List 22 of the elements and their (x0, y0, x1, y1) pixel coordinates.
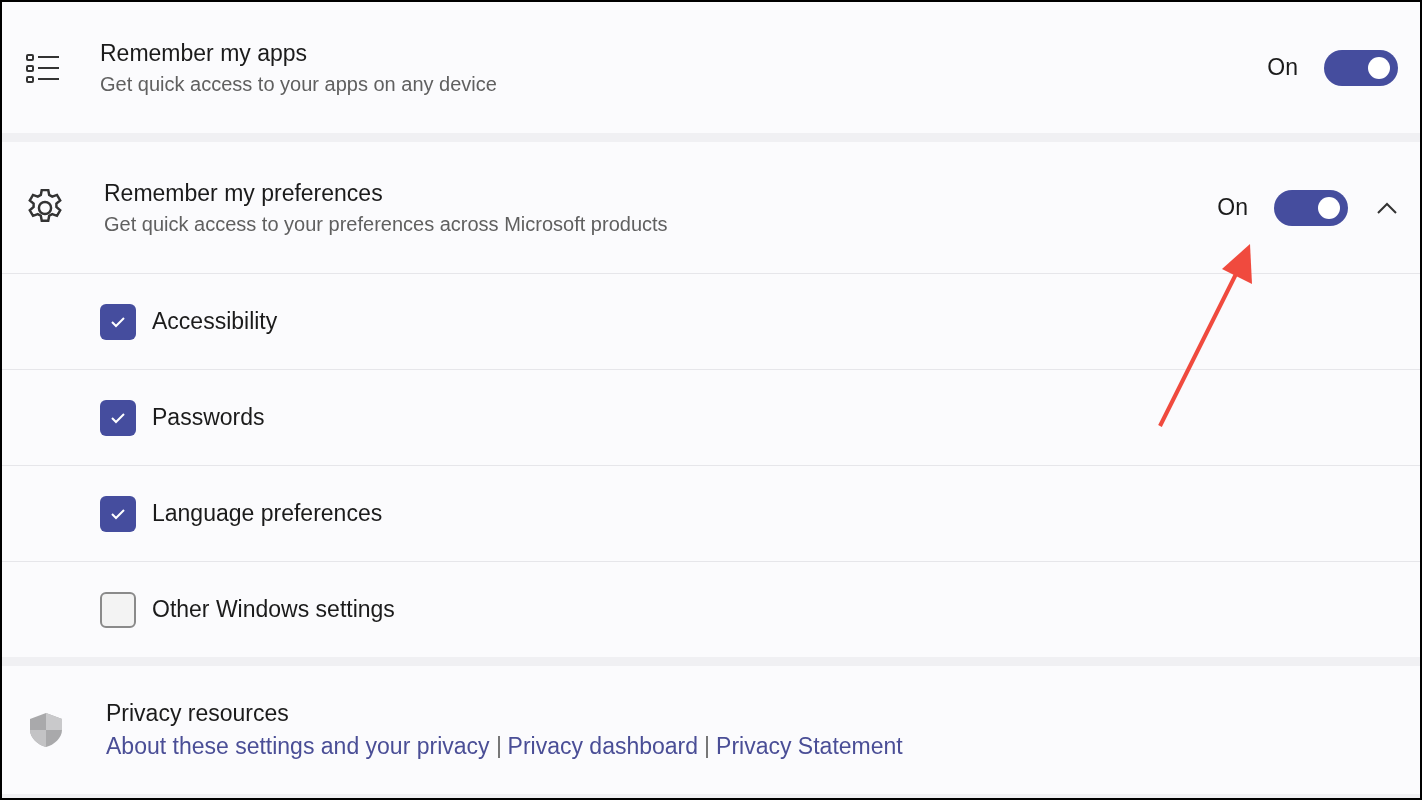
checkbox-label: Language preferences (152, 500, 383, 527)
toggle-status: On (1267, 54, 1298, 81)
toggle-status: On (1217, 194, 1248, 221)
toggle-switch[interactable] (1274, 189, 1348, 226)
setting-title: Remember my apps (100, 39, 309, 67)
privacy-link[interactable]: About these settings and your privacy (106, 733, 490, 760)
checkbox-label: Passwords (152, 404, 265, 431)
list-icon (26, 51, 60, 84)
checkbox-label: Other Windows settings (152, 596, 395, 623)
chevron-icon[interactable] (1376, 200, 1398, 215)
privacy-link[interactable]: Privacy dashboard (507, 733, 699, 760)
setting-title: Remember my preferences (104, 179, 384, 207)
checkbox[interactable] (100, 495, 136, 532)
checkbox[interactable] (100, 399, 136, 436)
toggle-switch[interactable] (1324, 49, 1398, 86)
privacy-link[interactable]: Privacy Statement (716, 733, 903, 760)
setting-description: Get quick access to your apps on any device (100, 72, 498, 96)
checkbox-label: Accessibility (152, 308, 278, 335)
section-title: Privacy resources (106, 700, 290, 727)
checkbox[interactable] (100, 591, 136, 628)
checkbox[interactable] (100, 303, 136, 340)
setting-description: Get quick access to your preferences across Microsoft products (104, 212, 669, 236)
